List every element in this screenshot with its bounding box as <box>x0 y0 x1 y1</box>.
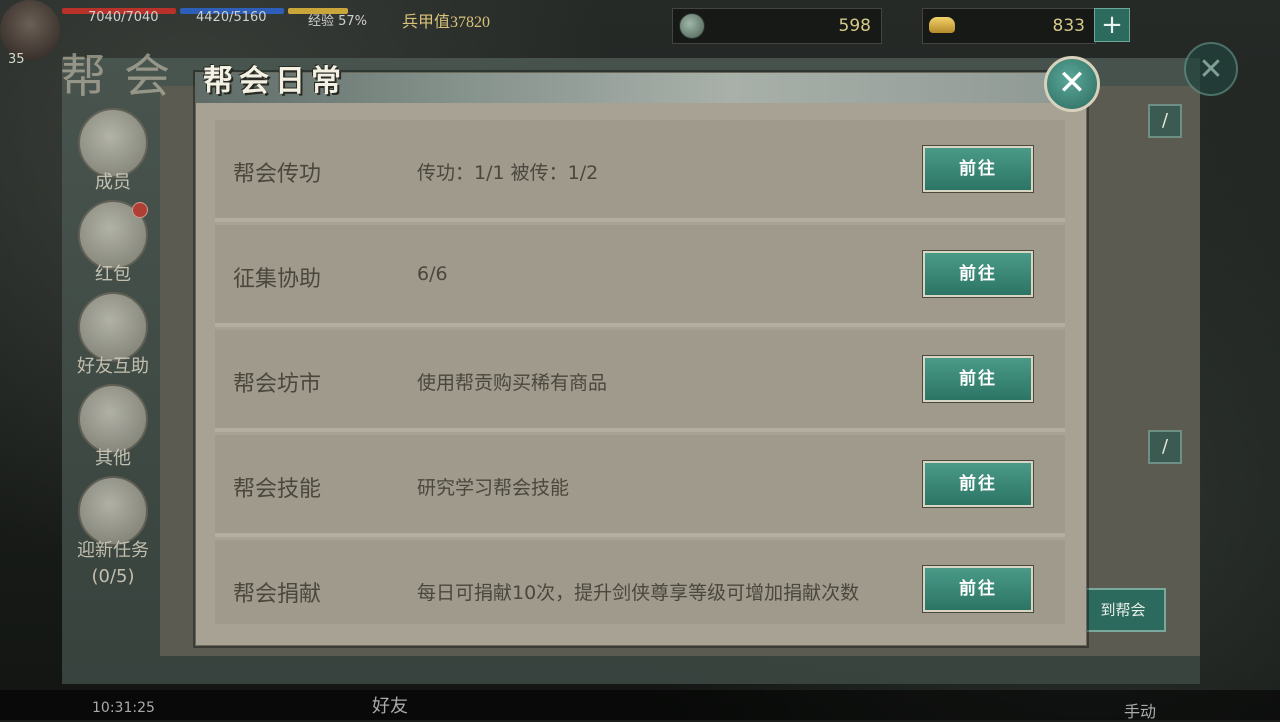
row-desc: 传功：1/1 被传：1/2 <box>417 162 599 184</box>
row-desc: 使用帮贡购买稀有商品 <box>417 372 608 394</box>
side-item-friend-help[interactable]: 好友互助 <box>70 292 156 378</box>
row-desc: 6/6 <box>417 263 448 285</box>
top-hud: 35 7040/7040 4420/5160 经验 57% 兵甲值37820 5… <box>0 0 1280 67</box>
currency-silver[interactable]: 598 <box>672 8 882 44</box>
combat-power: 兵甲值37820 <box>402 14 491 31</box>
daily-row-assist: 征集协助 6/6 前往 <box>215 225 1065 327</box>
side-item-newbie-task[interactable]: 迎新任务 (0/5) <box>70 476 156 587</box>
side-item-red-packet[interactable]: 红包 <box>78 200 148 286</box>
mp-text: 4420/5160 <box>196 10 267 25</box>
side-item-label: 好友互助 <box>77 356 149 377</box>
dialog-title: 帮会日常 <box>203 65 347 98</box>
coin-icon <box>679 13 705 39</box>
go-button[interactable]: 前往 <box>922 145 1034 193</box>
row-name: 征集协助 <box>233 267 322 292</box>
daily-row-skills: 帮会技能 研究学习帮会技能 前往 <box>215 435 1065 537</box>
side-item-other[interactable]: 其他 <box>78 384 148 470</box>
daily-row-transfer: 帮会传功 传功：1/1 被传：1/2 前往 <box>215 120 1065 222</box>
side-item-label: 其他 <box>95 448 131 469</box>
hp-text: 7040/7040 <box>88 10 159 25</box>
notification-dot <box>132 202 148 218</box>
guild-panel-close-icon[interactable]: ✕ <box>1184 42 1238 96</box>
friend-tab[interactable]: 好友 <box>372 692 408 718</box>
row-desc: 每日可捐献10次，提升剑侠尊享等级可增加捐献次数 <box>417 582 860 604</box>
go-button[interactable]: 前往 <box>922 565 1034 613</box>
goto-guild-button[interactable]: 到帮会 <box>1080 588 1166 632</box>
bottom-status-bar <box>0 690 1280 720</box>
add-currency-button[interactable]: + <box>1094 8 1130 42</box>
daily-row-donate: 帮会捐献 每日可捐献10次，提升剑侠尊享等级可增加捐献次数 前往 <box>215 540 1065 624</box>
row-name: 帮会技能 <box>233 477 322 502</box>
side-item-label: 成员 <box>95 172 131 193</box>
guild-panel-title: 帮会 <box>60 51 188 102</box>
manual-mode-toggle[interactable]: 手动 <box>1124 698 1156 722</box>
row-name: 帮会捐献 <box>233 582 322 607</box>
go-button[interactable]: 前往 <box>922 250 1034 298</box>
currency-gold[interactable]: 833 <box>922 8 1096 44</box>
row-name: 帮会坊市 <box>233 372 322 397</box>
row-name: 帮会传功 <box>233 162 322 187</box>
go-button[interactable]: 前往 <box>922 355 1034 403</box>
edit-pencil-icon[interactable]: / <box>1148 104 1182 138</box>
player-level: 35 <box>8 52 25 67</box>
go-button[interactable]: 前往 <box>922 460 1034 508</box>
newbie-task-progress: (0/5) <box>91 566 135 587</box>
clock: 10:31:25 <box>92 700 155 716</box>
side-item-label: 红包 <box>95 264 131 285</box>
close-icon[interactable]: ✕ <box>1044 56 1100 112</box>
daily-row-market: 帮会坊市 使用帮贡购买稀有商品 前往 <box>215 330 1065 432</box>
exp-text: 经验 57% <box>308 14 368 29</box>
side-item-label: 迎新任务 <box>77 540 149 561</box>
currency-gold-value: 833 <box>1052 16 1085 36</box>
gold-ingot-icon <box>929 17 955 33</box>
edit-pencil-icon[interactable]: / <box>1148 430 1182 464</box>
side-item-members[interactable]: 成员 <box>78 108 148 194</box>
currency-silver-value: 598 <box>838 16 871 36</box>
player-avatar[interactable] <box>0 0 60 60</box>
row-desc: 研究学习帮会技能 <box>417 477 570 499</box>
